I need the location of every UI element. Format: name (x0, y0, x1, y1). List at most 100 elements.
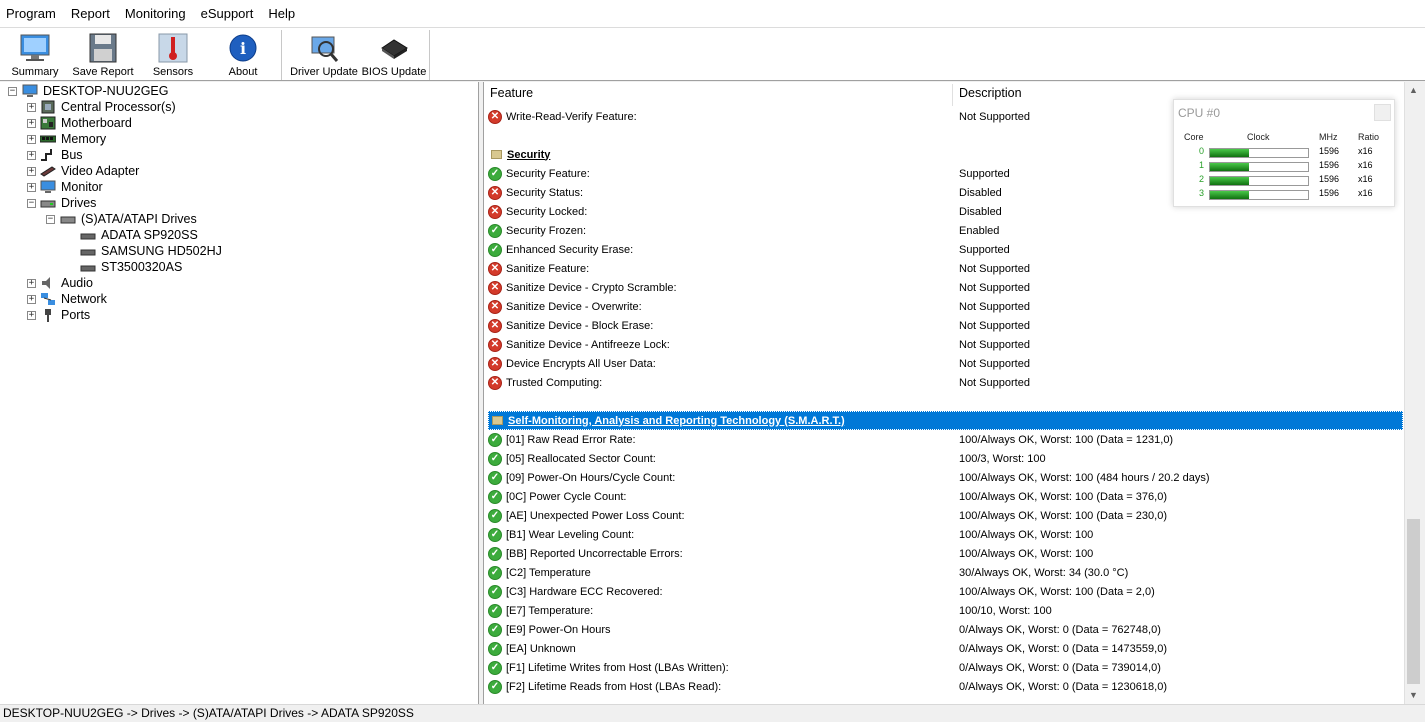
feature-row[interactable]: ✓ [05] Reallocated Sector Count: 100/3, Wo… (488, 449, 1403, 468)
scrollbar-thumb[interactable] (1407, 519, 1420, 684)
tree-item-video-adapter[interactable]: Video Adapter (40, 163, 139, 179)
tree-item-ports[interactable]: Ports (40, 307, 90, 323)
tree-item-drive[interactable]: ADATA SP920SS (80, 227, 198, 243)
bios-update-label: BIOS Update (361, 66, 427, 78)
error-icon: ✕ (488, 356, 502, 371)
driver-update-button[interactable]: Driver Update (288, 30, 360, 80)
collapse-icon[interactable]: − (27, 199, 36, 208)
drive-icon (60, 212, 76, 226)
bus-icon (40, 148, 56, 162)
expand-icon[interactable]: + (27, 103, 36, 112)
tree-item-bus[interactable]: Bus (40, 147, 83, 163)
collapse-icon[interactable]: − (46, 215, 55, 224)
scroll-down-icon[interactable]: ▼ (1405, 687, 1422, 704)
tree-item-memory[interactable]: Memory (39, 131, 106, 147)
tree-item-network[interactable]: Network (40, 291, 107, 307)
feature-row[interactable]: ✓ [01] Raw Read Error Rate: 100/Always OK,… (488, 430, 1403, 449)
feature-label: Self-Monitoring, Analysis and Reporting … (508, 414, 845, 427)
collapse-icon[interactable]: − (8, 87, 17, 96)
network-icon (40, 292, 56, 306)
feature-label: [09] Power-On Hours/Cycle Count: (506, 471, 676, 484)
tree-root[interactable]: DESKTOP-NUU2GEG (22, 83, 169, 99)
vertical-scrollbar[interactable]: ▲ ▼ (1404, 82, 1421, 704)
feature-row[interactable]: ✕ Device Encrypts All User Data: Not Suppo… (488, 354, 1403, 373)
expand-icon[interactable]: + (27, 311, 36, 320)
summary-button[interactable]: Summary (0, 30, 70, 80)
feature-row[interactable]: ✕ Sanitize Device - Crypto Scramble: Not S… (488, 278, 1403, 297)
save-report-button[interactable]: Save Report (68, 30, 138, 80)
feature-row[interactable]: ✓ [AE] Unexpected Power Loss Count: 100/Al… (488, 506, 1403, 525)
expand-icon[interactable]: + (27, 279, 36, 288)
feature-row[interactable]: ✕ Sanitize Device - Block Erase: Not Suppo… (488, 316, 1403, 335)
expand-icon[interactable]: + (27, 119, 36, 128)
tree-item-sata-drives[interactable]: (S)ATA/ATAPI Drives (60, 211, 197, 227)
feature-label: Write-Read-Verify Feature: (506, 110, 637, 123)
bios-update-button[interactable]: BIOS Update (359, 30, 429, 80)
tree-item-label: Central Processor(s) (61, 100, 176, 114)
feature-label: Enhanced Security Erase: (506, 243, 634, 256)
menu-monitoring[interactable]: Monitoring (125, 6, 186, 21)
check-icon: ✓ (488, 679, 502, 694)
column-separator[interactable] (952, 84, 953, 106)
feature-row[interactable]: ✕ Sanitize Feature: Not Supported (488, 259, 1403, 278)
tree-item-central-processor[interactable]: Central Processor(s) (40, 99, 176, 115)
expand-icon[interactable]: + (27, 135, 36, 144)
description-value: Not Supported (959, 281, 1030, 294)
feature-label: [E9] Power-On Hours (506, 623, 611, 636)
menu-help[interactable]: Help (268, 6, 295, 21)
tree-item-audio[interactable]: Audio (40, 275, 93, 291)
tree-item-motherboard[interactable]: Motherboard (40, 115, 132, 131)
menu-report[interactable]: Report (71, 6, 110, 21)
feature-row[interactable]: ✓ [BB] Reported Uncorrectable Errors: 100/… (488, 544, 1403, 563)
menu-program[interactable]: Program (6, 6, 56, 21)
tree-item-drive[interactable]: ST3500320AS (80, 259, 182, 275)
feature-row[interactable]: ✓ Enhanced Security Erase: Supported (488, 240, 1403, 259)
about-button[interactable]: i About (208, 30, 278, 80)
expand-icon[interactable]: + (27, 167, 36, 176)
tree-item-label: Monitor (61, 180, 103, 194)
feature-row[interactable]: ✓ Security Frozen: Enabled (488, 221, 1403, 240)
book-icon (491, 150, 502, 159)
feature-row[interactable]: ✓ [E7] Temperature: 100/10, Worst: 100 (488, 601, 1403, 620)
feature-row[interactable]: ✓ [E9] Power-On Hours 0/Always OK, Worst: … (488, 620, 1403, 639)
error-icon: ✕ (488, 204, 502, 219)
clock-bar-fill (1210, 163, 1250, 171)
tree-item-monitor[interactable]: Monitor (40, 179, 103, 195)
usb-plug-icon (40, 308, 56, 322)
drive-icon (80, 228, 96, 242)
expand-icon[interactable]: + (27, 183, 36, 192)
scroll-up-icon[interactable]: ▲ (1405, 82, 1422, 99)
feature-row[interactable]: ✓ [C3] Hardware ECC Recovered: 100/Always … (488, 582, 1403, 601)
column-header-feature[interactable]: Feature (490, 86, 533, 100)
clock-bar (1209, 162, 1309, 172)
check-icon: ✓ (488, 622, 502, 637)
column-header-description[interactable]: Description (959, 86, 1022, 100)
menu-esupport[interactable]: eSupport (201, 6, 254, 21)
error-icon: ✕ (488, 261, 502, 276)
section-header-row[interactable]: Self-Monitoring, Analysis and Reporting … (488, 411, 1403, 430)
feature-row[interactable]: ✓ [09] Power-On Hours/Cycle Count: 100/Alw… (488, 468, 1403, 487)
tree-item-label: (S)ATA/ATAPI Drives (81, 212, 197, 226)
sensors-button[interactable]: Sensors (138, 30, 208, 80)
tree-item-drive[interactable]: SAMSUNG HD502HJ (80, 243, 222, 259)
feature-row[interactable]: ✕ Sanitize Device - Antifreeze Lock: Not S… (488, 335, 1403, 354)
feature-label: Security Frozen: (506, 224, 587, 237)
check-icon: ✓ (488, 242, 502, 257)
feature-row[interactable]: ✓ [F2] Lifetime Reads from Host (LBAs Rea… (488, 677, 1403, 696)
feature-row[interactable]: ✓ [EA] Unknown 0/Always OK, Worst: 0 (Data… (488, 639, 1403, 658)
expand-icon[interactable]: + (27, 295, 36, 304)
feature-row[interactable]: ✕ Trusted Computing: Not Supported (488, 373, 1403, 392)
close-icon[interactable] (1374, 104, 1391, 121)
feature-row[interactable]: ✓ [0C] Power Cycle Count: 100/Always OK, W… (488, 487, 1403, 506)
expand-icon[interactable]: + (27, 151, 36, 160)
feature-row[interactable]: ✓ [B1] Wear Leveling Count: 100/Always OK,… (488, 525, 1403, 544)
cpu-header-core: Core (1184, 132, 1204, 142)
tree-item-label: Video Adapter (61, 164, 140, 178)
tree-item-drives[interactable]: Drives (40, 195, 96, 211)
check-icon: ✓ (488, 470, 502, 485)
feature-row[interactable]: ✓ [C2] Temperature 30/Always OK, Worst: 34… (488, 563, 1403, 582)
feature-row[interactable]: ✕ Sanitize Device - Overwrite: Not Support… (488, 297, 1403, 316)
feature-label: Sanitize Device - Crypto Scramble: (506, 281, 677, 294)
feature-label: [05] Reallocated Sector Count: (506, 452, 656, 465)
feature-row[interactable]: ✓ [F1] Lifetime Writes from Host (LBAs Wr… (488, 658, 1403, 677)
